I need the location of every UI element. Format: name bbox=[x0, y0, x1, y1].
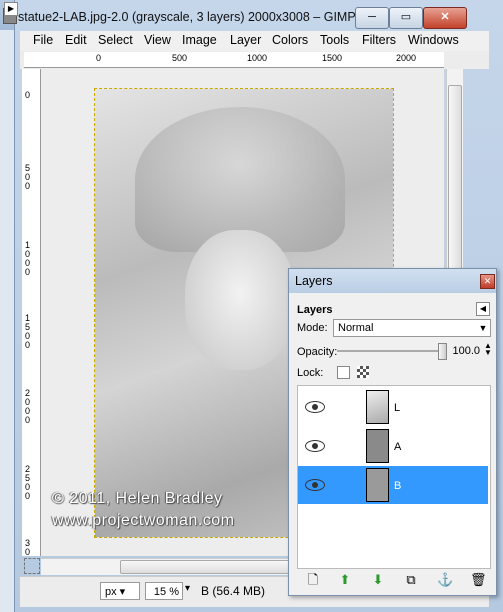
menu-view[interactable]: View bbox=[144, 33, 171, 47]
menu-file[interactable]: File bbox=[33, 33, 53, 47]
menu-select[interactable]: Select bbox=[98, 33, 133, 47]
quick-mask-toggle-icon[interactable] bbox=[24, 558, 40, 574]
menu-colors[interactable]: Colors bbox=[272, 33, 308, 47]
unit-select[interactable]: px ▾ bbox=[100, 582, 140, 600]
layer-name[interactable]: B bbox=[394, 480, 401, 492]
opacity-label: Opacity: bbox=[297, 346, 338, 358]
mode-select[interactable]: Normal bbox=[333, 319, 491, 337]
new-layer-icon[interactable]: 🗋 bbox=[305, 572, 321, 588]
layer-thumbnail bbox=[366, 390, 389, 424]
opacity-value[interactable]: 100.0 bbox=[450, 345, 480, 357]
lock-pixels-checkbox[interactable] bbox=[337, 366, 350, 379]
layers-tab-title: Layers bbox=[297, 304, 333, 316]
lock-label: Lock: bbox=[297, 367, 324, 379]
ruler-tick: 2000 bbox=[25, 388, 31, 425]
opacity-slider-handle[interactable] bbox=[438, 343, 447, 360]
ruler-tick: 500 bbox=[25, 163, 31, 191]
zoom-field[interactable]: 15 % bbox=[145, 582, 183, 600]
ruler-tick: 0 bbox=[25, 90, 31, 100]
visibility-eye-icon[interactable] bbox=[305, 440, 325, 452]
menu-windows[interactable]: Windows bbox=[408, 33, 459, 47]
layer-row-l[interactable] bbox=[298, 388, 488, 426]
visibility-eye-icon[interactable] bbox=[305, 479, 325, 491]
opacity-slider[interactable] bbox=[337, 350, 445, 352]
url-watermark: www.projectwoman.com bbox=[52, 512, 235, 529]
menu-edit[interactable]: Edit bbox=[65, 33, 87, 47]
layers-button-bar bbox=[297, 570, 489, 592]
visibility-eye-icon[interactable] bbox=[305, 401, 325, 413]
unit-value: px bbox=[105, 586, 117, 598]
layer-row-a[interactable] bbox=[298, 427, 488, 465]
tab-menu-icon[interactable]: ◀ bbox=[476, 302, 490, 316]
ruler-tick: 2000 bbox=[396, 53, 417, 63]
ruler-tick: 1500 bbox=[25, 313, 31, 350]
raise-layer-icon[interactable]: ⬆ bbox=[337, 572, 353, 588]
layer-thumbnail bbox=[366, 468, 389, 502]
copyright-watermark: © 2011, Helen Bradley bbox=[52, 490, 223, 507]
layers-close-button[interactable]: ✕ bbox=[480, 274, 495, 289]
layer-thumbnail bbox=[366, 429, 389, 463]
mode-label: Mode: bbox=[297, 322, 328, 334]
lock-alpha-icon[interactable] bbox=[357, 366, 369, 378]
layer-row-b-selected[interactable] bbox=[298, 466, 488, 504]
horizontal-ruler[interactable]: 0 500 1000 1500 2000 bbox=[24, 52, 444, 68]
anchor-layer-icon[interactable]: ⚓ bbox=[437, 572, 453, 588]
menu-tools[interactable]: Tools bbox=[320, 33, 349, 47]
ruler-tick: 1000 bbox=[25, 240, 31, 277]
ruler-tick: 3000 bbox=[25, 538, 31, 557]
minimize-button[interactable]: ─ bbox=[355, 7, 389, 29]
menu-image[interactable]: Image bbox=[182, 33, 217, 47]
image-menu-button[interactable]: ▶ bbox=[4, 2, 18, 16]
horizontal-scroll-thumb[interactable] bbox=[120, 560, 292, 574]
ruler-tick: 1000 bbox=[247, 53, 268, 63]
layer-name[interactable]: A bbox=[394, 441, 401, 453]
ruler-tick: 0 bbox=[96, 53, 102, 63]
delete-layer-icon[interactable]: 🗑 bbox=[470, 572, 487, 588]
opacity-spin-icon[interactable]: ▲ ▼ bbox=[483, 342, 493, 357]
layer-name[interactable]: L bbox=[394, 402, 400, 414]
window-title: statue2-LAB.jpg-2.0 (grayscale, 3 layers… bbox=[18, 10, 356, 24]
ruler-tick: 2500 bbox=[25, 464, 31, 501]
ruler-tick: 500 bbox=[172, 53, 188, 63]
lower-layer-icon[interactable]: ⬇ bbox=[370, 572, 386, 588]
menu-filters[interactable]: Filters bbox=[362, 33, 396, 47]
vertical-ruler[interactable]: 0 500 1000 1500 2000 2500 3000 bbox=[22, 69, 41, 556]
close-button[interactable]: ✕ bbox=[423, 7, 467, 29]
zoom-dropdown-icon[interactable]: ▾ bbox=[185, 583, 190, 594]
statue-face bbox=[185, 230, 295, 370]
mode-dropdown-icon[interactable]: ▼ bbox=[476, 321, 490, 335]
menu-layer[interactable]: Layer bbox=[230, 33, 261, 47]
maximize-button[interactable]: ▭ bbox=[389, 7, 423, 29]
ruler-tick: 1500 bbox=[322, 53, 343, 63]
duplicate-layer-icon[interactable]: ⧉ bbox=[403, 572, 419, 588]
layers-window-title: Layers bbox=[295, 274, 333, 288]
status-info: B (56.4 MB) bbox=[201, 584, 266, 598]
